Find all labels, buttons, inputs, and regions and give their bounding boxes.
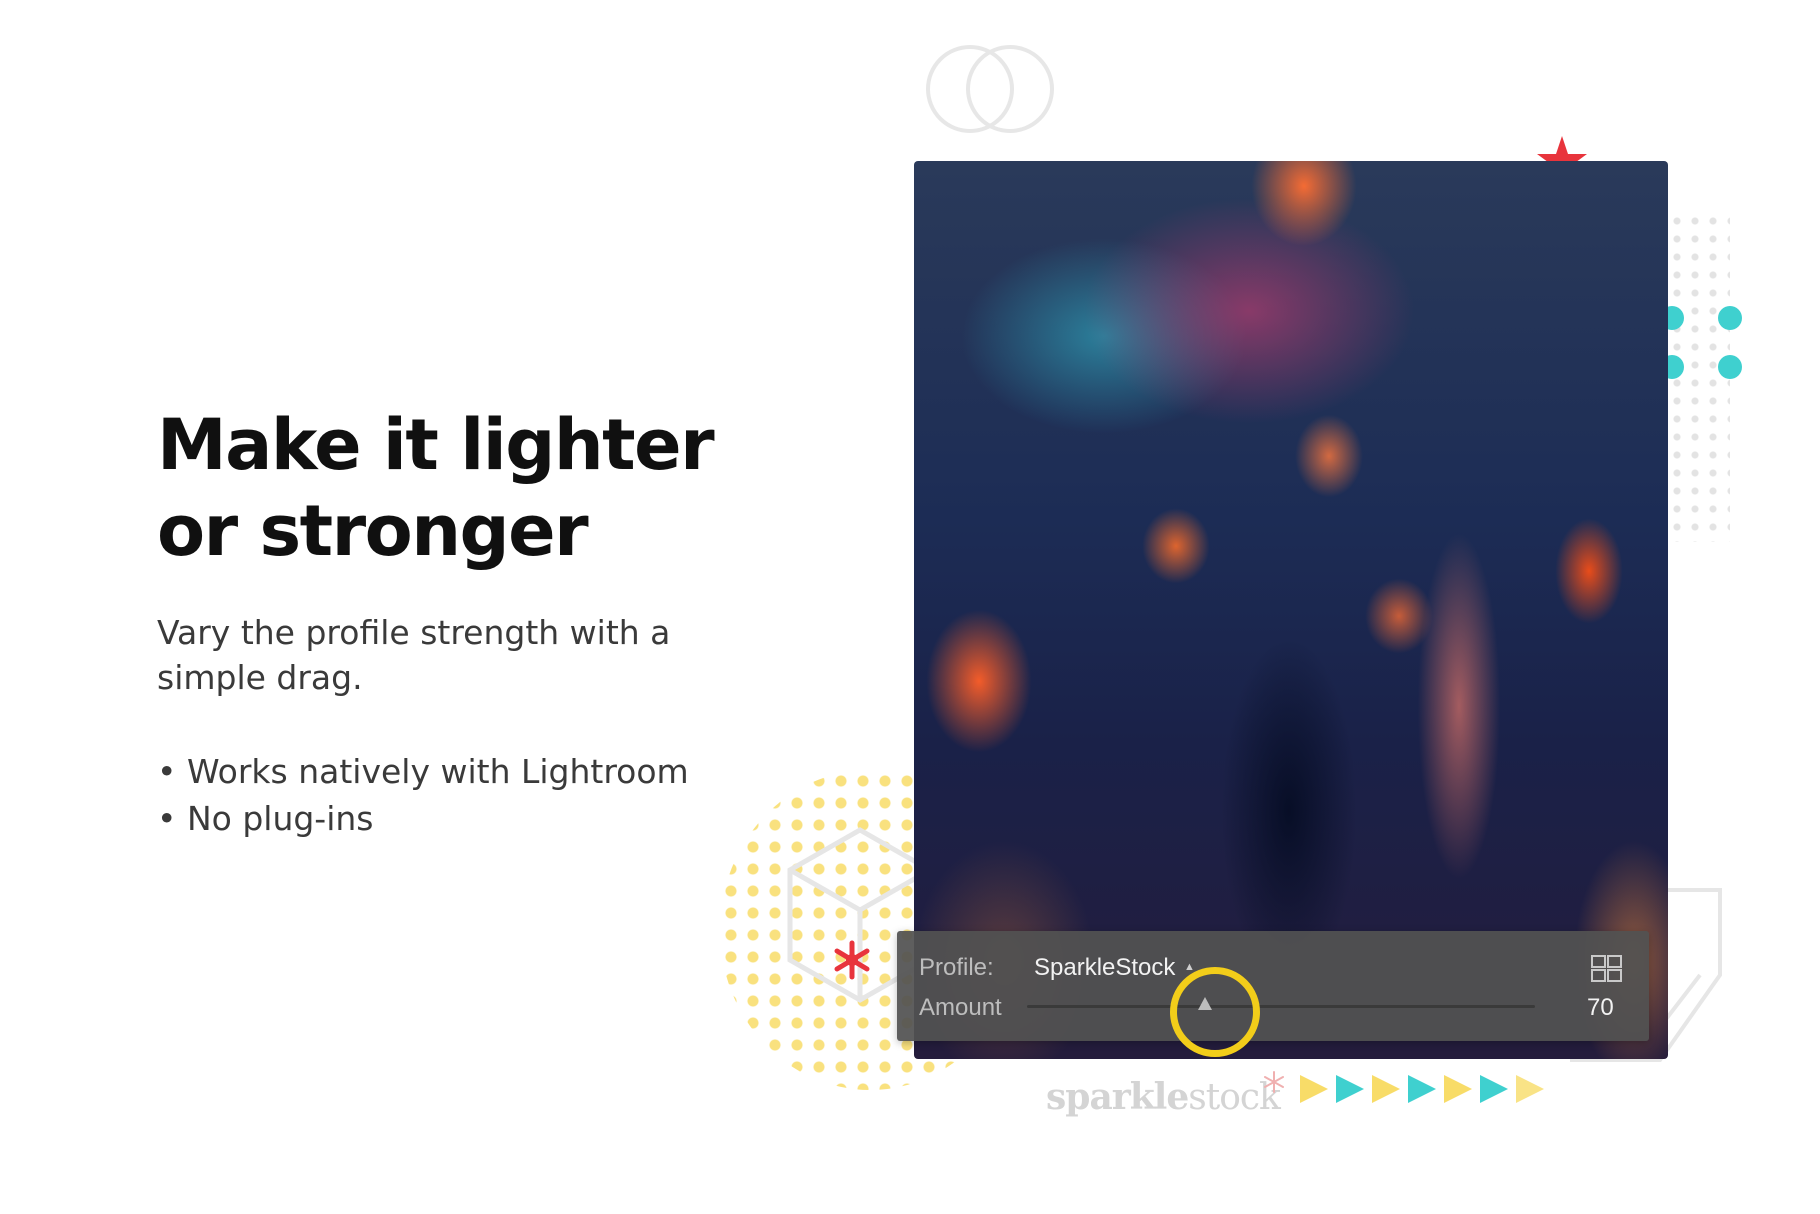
double-ring-decoration (926, 45, 1054, 133)
headline: Make it lighter or stronger (157, 402, 797, 574)
headline-line-1: Make it lighter (157, 404, 715, 486)
feature-item: No plug-ins (157, 795, 689, 842)
teal-dot (1718, 355, 1742, 379)
triangle-arrow-decoration (1300, 1075, 1544, 1103)
feature-list: Works natively with Lightroom No plug-in… (157, 748, 689, 842)
profile-select[interactable]: SparkleStock (1034, 954, 1175, 982)
amount-value[interactable]: 70 (1587, 994, 1614, 1022)
grid-view-icon[interactable] (1591, 955, 1622, 982)
profile-label: Profile: (919, 954, 994, 981)
slider-highlight-ring (1170, 967, 1260, 1057)
profile-panel: Profile: SparkleStock ▲ Amount 70 (897, 931, 1649, 1041)
preview-photo (914, 161, 1668, 1059)
brand-logo: sparklestock (1046, 1076, 1281, 1118)
feature-item: Works natively with Lightroom (157, 748, 689, 795)
amount-label: Amount (919, 994, 1002, 1021)
subheading: Vary the profile strength with a simple … (157, 613, 671, 697)
amount-slider-track[interactable] (1027, 1005, 1535, 1008)
red-asterisk-icon (834, 940, 870, 980)
headline-line-2: or stronger (157, 490, 589, 572)
red-star-icon (1264, 1071, 1284, 1093)
brand-logo-bold: sparkle (1046, 1076, 1189, 1118)
teal-dot (1718, 306, 1742, 330)
